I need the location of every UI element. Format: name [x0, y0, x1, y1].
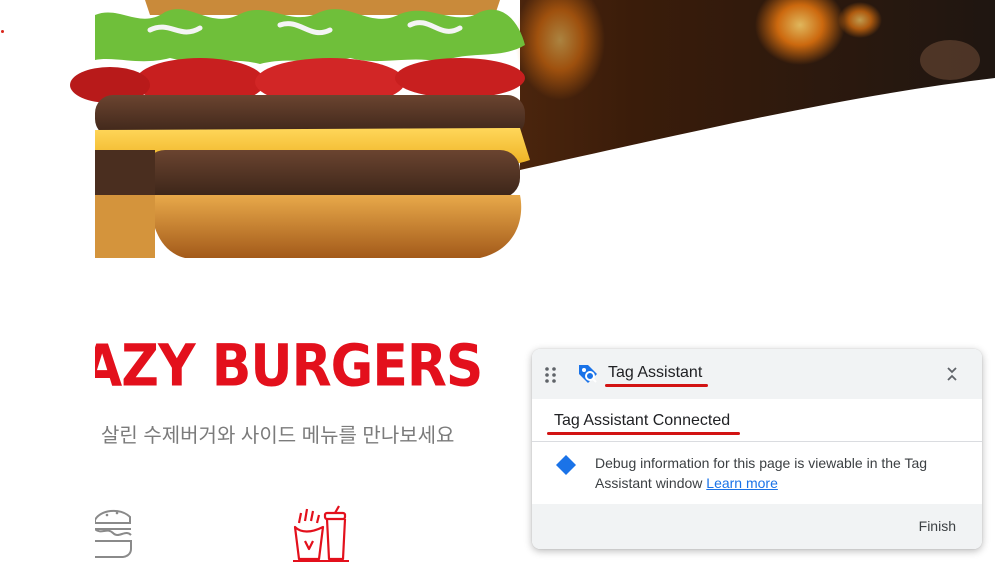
diamond-info-icon: [556, 455, 576, 475]
learn-more-link[interactable]: Learn more: [706, 475, 778, 491]
brand-title-text: RAZY BURGERS: [95, 333, 483, 401]
title-annotation-underline: [605, 384, 708, 387]
burger-hero-image: [70, 0, 995, 258]
tag-assistant-header: Tag Assistant: [532, 349, 982, 399]
debug-message: Debug information for this page is viewa…: [595, 453, 955, 493]
tag-assistant-logo-icon: [576, 362, 600, 386]
burger-icon[interactable]: [95, 505, 135, 565]
tag-assistant-panel: Tag Assistant Tag Assistant Connected De…: [532, 349, 982, 549]
divider: [532, 441, 982, 442]
tag-assistant-title: Tag Assistant: [608, 364, 703, 381]
tag-assistant-footer: Finish: [532, 504, 982, 549]
decorative-dot: [1, 30, 4, 33]
drag-handle-icon[interactable]: [544, 366, 558, 384]
collapse-icon[interactable]: [942, 364, 962, 384]
status-annotation-underline: [547, 432, 740, 435]
fries-drink-icon[interactable]: [291, 505, 351, 566]
hero-banner: [0, 0, 995, 300]
brand-tagline: 살린 수제버거와 사이드 메뉴를 만나보세요: [101, 425, 455, 447]
connection-status: Tag Assistant Connected: [554, 412, 731, 429]
finish-button[interactable]: Finish: [919, 518, 956, 534]
brand-title: RAZY BURGERS: [95, 331, 515, 401]
